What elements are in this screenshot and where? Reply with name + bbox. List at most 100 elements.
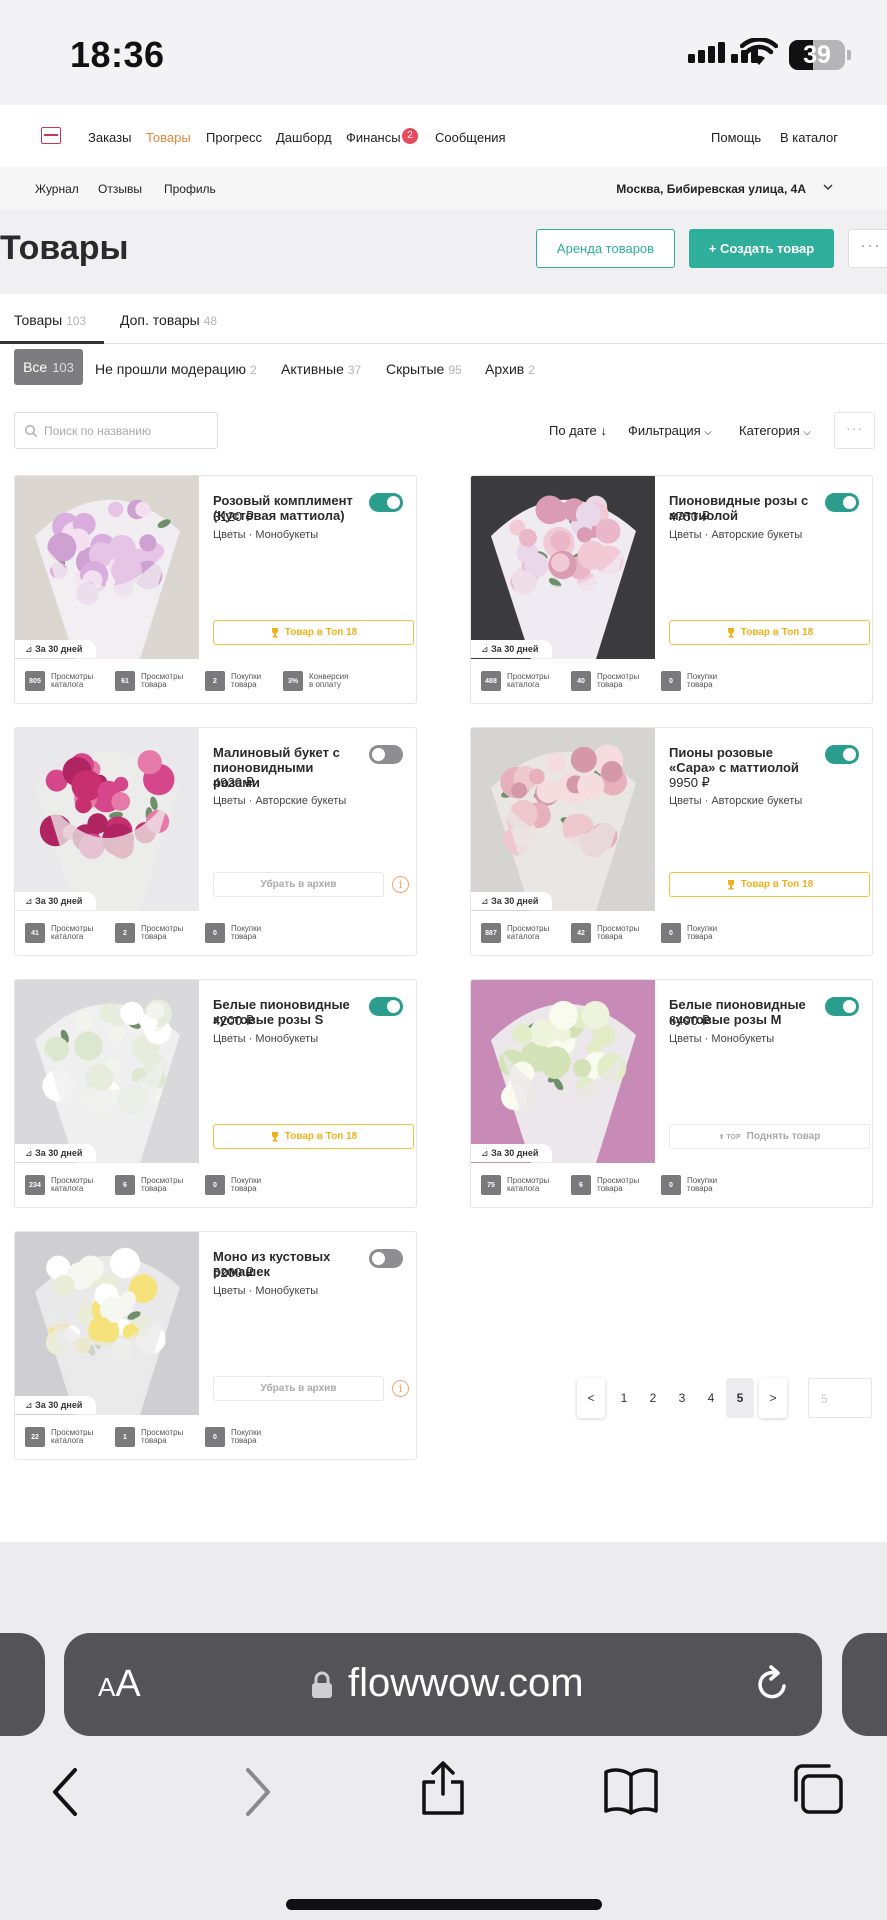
product-card[interactable]: ⊿ За 30 дней Розовый комплимент (Кустовая…	[14, 475, 417, 704]
search-input[interactable]: Поиск по названию	[14, 412, 218, 449]
logo-icon[interactable]	[41, 127, 61, 144]
visibility-toggle[interactable]	[369, 745, 403, 764]
product-photo[interactable]	[15, 476, 199, 659]
visibility-toggle[interactable]	[369, 1249, 403, 1268]
rent-products-button[interactable]: Аренда товаров	[536, 229, 675, 268]
toggle-knob	[843, 1000, 856, 1013]
top-product-button[interactable]: Товар в Топ 18	[213, 620, 414, 645]
page-button[interactable]: 2	[639, 1378, 667, 1418]
to-catalog-link[interactable]: В каталог	[780, 130, 838, 145]
nav-orders[interactable]: Заказы	[88, 130, 131, 145]
address-bar[interactable]: AA flowwow.com	[64, 1633, 822, 1736]
product-card[interactable]: ⊿ За 30 дней Моно из кустовых ромашек 5200…	[14, 1231, 417, 1460]
page-button[interactable]: 1	[610, 1378, 638, 1418]
stat-product-views: 6 Просмотры товара	[571, 1173, 641, 1197]
nav-progress[interactable]: Прогресс	[206, 130, 262, 145]
filter-dropdown[interactable]: Фильтрация ⌵	[628, 423, 712, 438]
stat-catalog-views: 41 Просмотры каталога	[25, 921, 95, 945]
stat-conversion: 3% Конверсия в оплату	[283, 669, 353, 693]
chip-active[interactable]: Активные 37	[281, 361, 361, 377]
stat-purchases: 0 Покупки товара	[205, 1173, 275, 1197]
subnav-reviews[interactable]: Отзывы	[98, 182, 142, 196]
lock-icon	[312, 1671, 332, 1698]
previous-tab-pill[interactable]	[0, 1633, 45, 1736]
product-photo[interactable]	[471, 980, 655, 1163]
nav-messages[interactable]: Сообщения	[435, 130, 506, 145]
raise-product-button[interactable]: ⬆ TOP Поднять товар	[669, 1124, 870, 1149]
create-product-button[interactable]: + Создать товар	[689, 229, 834, 268]
page-button[interactable]: 5	[726, 1378, 754, 1418]
top-product-button[interactable]: Товар в Топ 18	[669, 872, 870, 897]
product-photo[interactable]	[471, 728, 655, 911]
visibility-toggle[interactable]	[825, 493, 859, 512]
prev-page-button[interactable]: <	[577, 1378, 605, 1418]
visibility-toggle[interactable]	[825, 997, 859, 1016]
visibility-toggle[interactable]	[369, 493, 403, 512]
product-category: Цветы · Монобукеты	[213, 529, 319, 541]
product-photo[interactable]	[15, 1232, 199, 1415]
next-tab-pill[interactable]	[842, 1633, 887, 1736]
product-stats: 234 Просмотры каталога 6 Просмотры товара 0 П…	[15, 1163, 416, 1207]
product-price: 4920 ₽	[213, 775, 254, 790]
subnav-profile[interactable]: Профиль	[164, 182, 216, 196]
stat-value: 0	[205, 1175, 225, 1195]
stat-value: 22	[25, 1427, 45, 1447]
more-actions-button[interactable]: ···	[848, 229, 887, 268]
stat-label: Просмотры товара	[141, 924, 184, 941]
archive-button[interactable]: Убрать в архив	[213, 872, 384, 897]
reader-text-size-button[interactable]: AA	[98, 1663, 141, 1706]
product-photo[interactable]	[15, 980, 199, 1163]
visibility-toggle[interactable]	[369, 997, 403, 1016]
subnav-journal[interactable]: Журнал	[35, 182, 79, 196]
tab-extra-products[interactable]: Доп. товары 48	[120, 312, 217, 328]
page-goto-input[interactable]: 5	[808, 1378, 872, 1418]
product-card[interactable]: ⊿ За 30 дней Белые пионовидные кустовые р…	[14, 979, 417, 1208]
visibility-toggle[interactable]	[825, 745, 859, 764]
product-card[interactable]: ⊿ За 30 дней Белые пионовидные кустовые р…	[470, 979, 873, 1208]
back-icon[interactable]	[50, 1767, 80, 1817]
top-button-label: Товар в Топ 18	[284, 1131, 358, 1142]
period-text: За 30 дней	[35, 644, 83, 654]
top-product-button[interactable]: Товар в Топ 18	[213, 1124, 414, 1149]
tab-products[interactable]: Товары 103	[14, 312, 86, 328]
chip-all[interactable]: Все 103	[14, 349, 83, 385]
reload-icon[interactable]	[753, 1664, 791, 1704]
nav-finance[interactable]: Финансы	[346, 130, 401, 145]
page-button[interactable]: 4	[697, 1378, 725, 1418]
share-icon[interactable]	[418, 1760, 468, 1816]
aa-large: A	[115, 1663, 141, 1705]
stats-period-label: ⊿ За 30 дней	[471, 892, 553, 910]
product-name[interactable]: Пионы розовые «Сара» с маттиолой	[669, 745, 817, 775]
archive-button[interactable]: Убрать в архив	[213, 1376, 384, 1401]
list-more-button[interactable]: ···	[834, 412, 875, 449]
chip-count: 37	[347, 363, 362, 377]
next-page-button[interactable]: >	[759, 1378, 787, 1418]
product-price: 4750 ₽	[669, 509, 710, 524]
info-icon[interactable]: i	[392, 1380, 409, 1397]
bookmarks-icon[interactable]	[603, 1767, 659, 1815]
store-address-selector[interactable]: Москва, Бибиревская улица, 4А	[616, 182, 806, 196]
chip-archive[interactable]: Архив 2	[485, 361, 535, 377]
nav-products[interactable]: Товары	[146, 130, 191, 145]
help-link[interactable]: Помощь	[711, 130, 761, 145]
product-card[interactable]: ⊿ За 30 дней Пионовидные розы с маттиолой…	[470, 475, 873, 704]
product-card[interactable]: ⊿ За 30 дней Пионы розовые «Сара» с матти…	[470, 727, 873, 956]
product-photo[interactable]	[471, 476, 655, 659]
forward-icon[interactable]	[243, 1767, 273, 1817]
chip-failed-moderation[interactable]: Не прошли модерацию 2	[95, 361, 257, 377]
nav-dashboard[interactable]: Дашборд	[276, 130, 332, 145]
search-placeholder: Поиск по названию	[44, 424, 152, 438]
tabs-icon[interactable]	[791, 1762, 845, 1816]
stat-product-views: 61 Просмотры товара	[115, 669, 185, 693]
top-product-button[interactable]: Товар в Топ 18	[669, 620, 870, 645]
sort-by-date-button[interactable]: По дате ↓	[549, 423, 607, 438]
product-card[interactable]: ⊿ За 30 дней Малиновый букет с пионовидны…	[14, 727, 417, 956]
chip-hidden[interactable]: Скрытые 95	[386, 361, 462, 377]
page-button[interactable]: 3	[668, 1378, 696, 1418]
category-dropdown[interactable]: Категория ⌵	[739, 423, 811, 438]
product-stats: 887 Просмотры каталога 42 Просмотры товара 0…	[471, 911, 872, 955]
info-icon[interactable]: i	[392, 876, 409, 893]
product-photo[interactable]	[15, 728, 199, 911]
filter-label: Фильтрация	[628, 423, 701, 438]
stat-label: Просмотры каталога	[51, 1176, 94, 1193]
